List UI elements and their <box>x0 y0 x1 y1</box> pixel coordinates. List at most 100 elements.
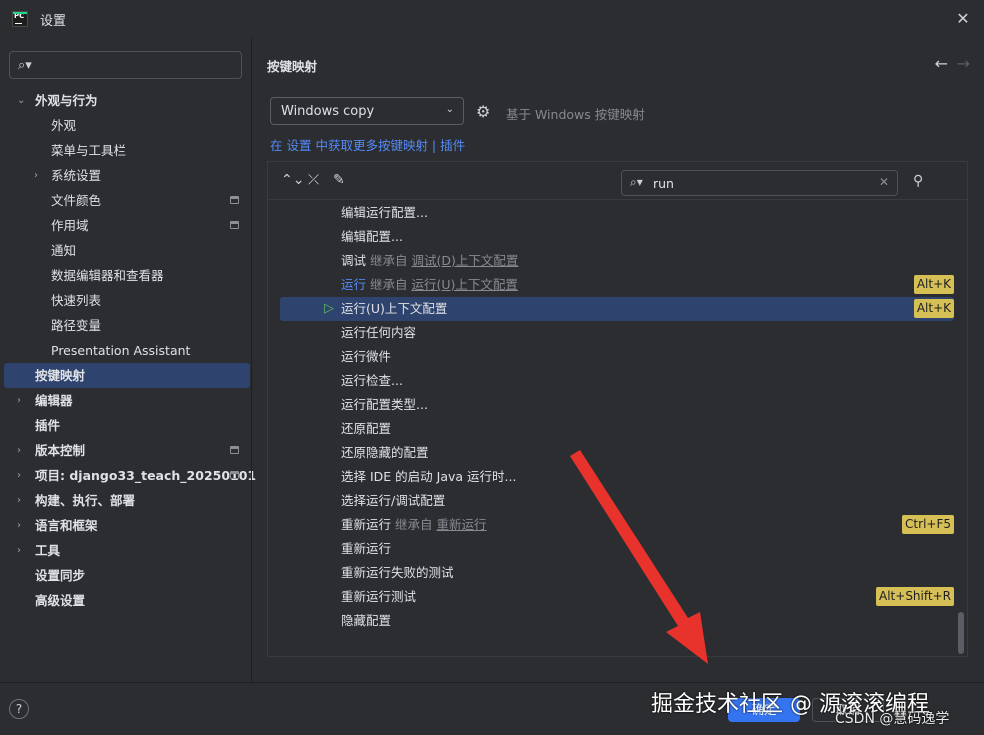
action-label: 运行 继承自 运行(U)上下文配置 <box>341 273 518 297</box>
back-arrow-icon[interactable]: ← <box>935 54 948 73</box>
settings-tree: ⌄ 外观与行为外观菜单与工具栏 › 系统设置 文件颜色作用域通知 数据编辑器和查看器 快速列… <box>0 88 256 613</box>
action-row[interactable]: 还原配置 <box>280 417 954 441</box>
clear-icon[interactable]: ✕ <box>879 175 889 189</box>
sidebar-item[interactable]: › 系统设置 <box>0 163 251 188</box>
sidebar-item[interactable]: 外观 <box>0 113 251 138</box>
sidebar-item[interactable]: 设置同步 <box>0 563 251 588</box>
edit-icon[interactable]: ✎ <box>333 172 345 188</box>
sidebar-item-label: 外观与行为 <box>35 93 98 108</box>
sidebar-item-label: 构建、执行、部署 <box>35 493 136 508</box>
sidebar-item[interactable]: Presentation Assistant <box>0 338 251 363</box>
chevron-right-icon[interactable]: › <box>17 513 21 538</box>
annotation-arrow <box>570 450 708 664</box>
action-name: 选择 IDE 的启动 Java 运行时... <box>341 469 517 484</box>
chevron-right-icon[interactable]: › <box>17 438 21 463</box>
action-name: 调试 <box>341 253 367 268</box>
sidebar-item-label: 工具 <box>35 543 61 558</box>
action-name: 重新运行测试 <box>341 589 417 604</box>
sidebar-item-label: 编辑器 <box>35 393 73 408</box>
sidebar-item[interactable]: 按键映射 <box>4 363 250 388</box>
close-icon[interactable]: ✕ <box>954 10 972 28</box>
expand-all-icon[interactable]: ⌃⌄ <box>281 172 304 188</box>
more-keymaps-text[interactable]: 在 设置 中获取更多按键映射 <box>270 138 428 153</box>
action-row[interactable]: 编辑配置... <box>280 225 954 249</box>
run-icon: ▷ <box>324 301 334 316</box>
sidebar-item-label: 插件 <box>35 418 61 433</box>
action-search-input[interactable]: ⌕▾ run ✕ <box>621 170 898 196</box>
inherited-from-label: 继承自 <box>395 517 433 532</box>
sidebar-item[interactable]: 菜单与工具栏 <box>0 138 251 163</box>
chevron-down-icon[interactable]: ⌄ <box>17 88 25 113</box>
action-label: 重新运行 继承自 重新运行 <box>341 513 487 537</box>
sidebar-item[interactable]: 作用域 <box>0 213 251 238</box>
action-label: 选择 IDE 的启动 Java 运行时... <box>341 465 516 489</box>
sidebar-item[interactable]: › 编辑器 <box>0 388 251 413</box>
sidebar-item[interactable]: › 构建、执行、部署 <box>0 488 251 513</box>
action-label: 运行微件 <box>341 345 391 369</box>
chevron-right-icon[interactable]: › <box>17 388 21 413</box>
action-name: 运行配置类型... <box>341 397 428 412</box>
chevron-right-icon[interactable]: › <box>17 463 21 488</box>
sidebar-item[interactable]: › 项目: django33_teach_20250101 <box>0 463 256 488</box>
sidebar-item-label: 作用域 <box>51 218 89 233</box>
action-name: 运行任何内容 <box>341 325 417 340</box>
sidebar-item[interactable]: 插件 <box>0 413 251 438</box>
action-row[interactable]: 调试 继承自 调试(D)上下文配置 <box>280 249 954 273</box>
plugins-link[interactable]: 插件 <box>440 138 465 153</box>
chevron-right-icon[interactable]: › <box>17 488 21 513</box>
inherited-action-link[interactable]: 调试(D)上下文配置 <box>412 253 519 268</box>
sidebar-item[interactable]: 路径变量 <box>0 313 251 338</box>
inherited-action-link[interactable]: 重新运行 <box>437 517 487 532</box>
shortcut-badge: Alt+K <box>913 299 954 318</box>
action-label: 运行任何内容 <box>341 321 416 345</box>
action-label: 运行配置类型... <box>341 393 428 417</box>
sidebar-item[interactable]: › 语言和框架 <box>0 513 251 538</box>
action-search-value: run <box>653 176 674 191</box>
inherited-action-link[interactable]: 运行(U)上下文配置 <box>412 277 518 292</box>
sidebar-item-label: 外观 <box>51 118 77 133</box>
action-row[interactable]: 运行微件 <box>280 345 954 369</box>
gear-icon[interactable]: ⚙ <box>476 102 490 121</box>
action-row[interactable]: 运行配置类型... <box>280 393 954 417</box>
action-label: 选择运行/调试配置 <box>341 489 445 513</box>
keymap-dropdown[interactable]: Windows copy ⌄ <box>270 97 464 125</box>
sidebar-item[interactable]: › 版本控制 <box>0 438 251 463</box>
action-label: 重新运行 <box>341 537 391 561</box>
action-label: 编辑配置... <box>341 225 403 249</box>
action-name: 还原隐藏的配置 <box>341 445 429 460</box>
action-row[interactable]: 运行 继承自 运行(U)上下文配置 Alt+K <box>280 273 954 297</box>
link-separator: | <box>427 138 441 153</box>
settings-sidebar: ⌕▾ ⌄ 外观与行为外观菜单与工具栏 › 系统设置 文件颜色作用域通知 数据编辑器和查看器… <box>0 38 256 682</box>
action-row[interactable]: 运行检查... <box>280 369 954 393</box>
sidebar-item[interactable]: 通知 <box>0 238 251 263</box>
get-more-keymaps-link[interactable]: 在 设置 中获取更多按键映射 | 插件 <box>270 135 465 154</box>
collapse-all-icon[interactable]: ⤫ <box>308 172 319 188</box>
watermark-csdn: CSDN @慧码逸学 <box>835 711 950 727</box>
action-name: 重新运行 <box>341 517 392 532</box>
sidebar-item[interactable]: 快速列表 <box>0 288 251 313</box>
title-bar: PC 设置 ✕ <box>0 0 984 38</box>
settings-search-input[interactable]: ⌕▾ <box>9 51 242 79</box>
sidebar-item[interactable]: ⌄ 外观与行为 <box>0 88 251 113</box>
scrollbar[interactable] <box>958 612 964 654</box>
chevron-right-icon[interactable]: › <box>17 538 21 563</box>
sidebar-item[interactable]: 文件颜色 <box>0 188 251 213</box>
sidebar-item[interactable]: › 工具 <box>0 538 251 563</box>
action-name: 还原配置 <box>341 421 392 436</box>
help-icon[interactable]: ? <box>9 699 29 719</box>
find-by-shortcut-icon[interactable]: ⚲ <box>913 173 923 189</box>
based-on-label: 基于 Windows 按键映射 <box>506 107 645 122</box>
forward-arrow-icon[interactable]: → <box>957 54 970 73</box>
action-row[interactable]: 运行任何内容 <box>280 321 954 345</box>
sidebar-item[interactable]: 高级设置 <box>0 588 251 613</box>
sidebar-item-label: 项目: django33_teach_20250101 <box>35 468 257 483</box>
sidebar-item-label: 按键映射 <box>35 368 86 383</box>
inherited-from-label: 继承自 <box>370 253 408 268</box>
chevron-right-icon[interactable]: › <box>34 163 38 188</box>
action-label: 重新运行测试 <box>341 585 416 609</box>
sidebar-item[interactable]: 数据编辑器和查看器 <box>0 263 251 288</box>
inherited-from-label: 继承自 <box>370 277 408 292</box>
action-row[interactable]: ▷ 运行(U)上下文配置 Alt+K <box>280 297 954 321</box>
action-row[interactable]: 编辑运行配置... <box>280 201 954 225</box>
chevron-down-icon: ⌄ <box>445 104 454 115</box>
